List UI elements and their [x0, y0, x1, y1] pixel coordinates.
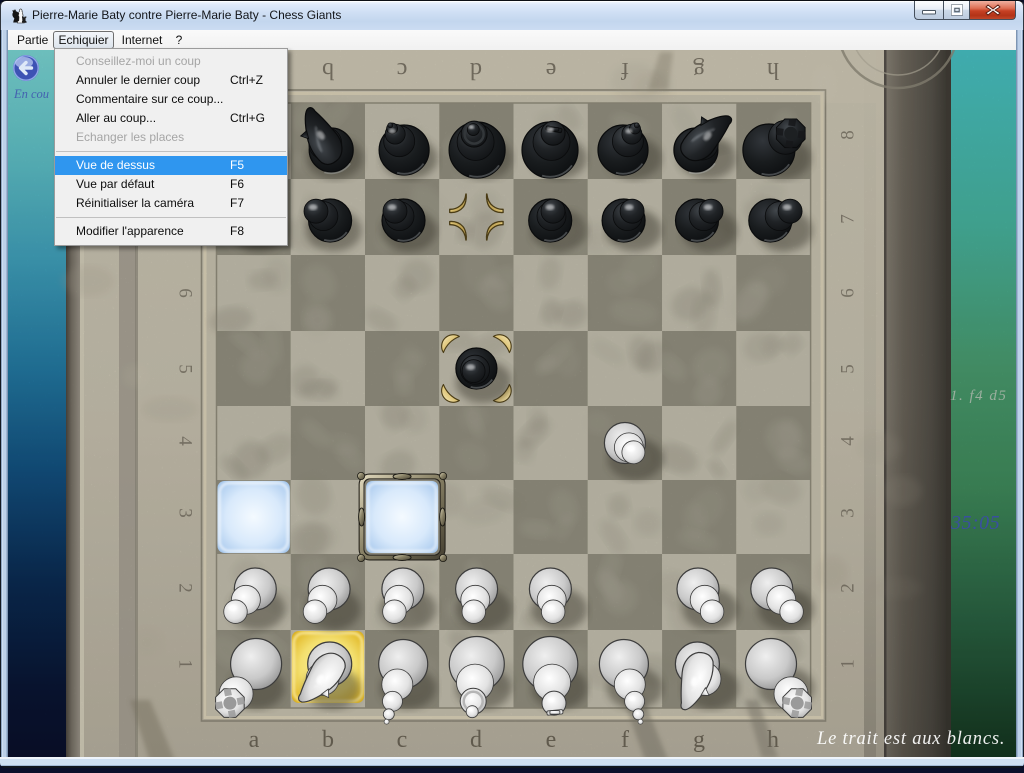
svg-text:8: 8 — [837, 130, 858, 140]
svg-text:d: d — [470, 57, 482, 83]
svg-text:1. f4 d5: 1. f4 d5 — [950, 388, 1007, 404]
svg-text:f: f — [621, 727, 629, 753]
svg-text:1: 1 — [175, 659, 196, 669]
svg-text:2: 2 — [175, 583, 196, 593]
svg-text:g: g — [693, 57, 705, 83]
svg-text:g: g — [693, 727, 705, 753]
svg-text:6: 6 — [837, 288, 858, 298]
svg-text:6: 6 — [175, 288, 196, 298]
svg-text:5: 5 — [837, 364, 858, 374]
svg-text:h: h — [767, 57, 779, 83]
svg-text:f: f — [621, 57, 629, 83]
svg-text:3: 3 — [837, 508, 858, 518]
svg-text:b: b — [322, 57, 334, 83]
svg-text:5: 5 — [175, 364, 196, 374]
svg-text:1: 1 — [837, 659, 858, 669]
svg-text:En cou: En cou — [13, 87, 49, 101]
svg-text:c: c — [397, 57, 408, 83]
svg-text:e: e — [546, 727, 557, 753]
svg-text:2: 2 — [837, 583, 858, 593]
svg-text:4: 4 — [837, 436, 858, 446]
svg-text:a: a — [249, 727, 260, 753]
svg-text:7: 7 — [837, 214, 858, 224]
svg-text:e: e — [546, 57, 557, 83]
svg-text:b: b — [322, 727, 334, 753]
svg-text:c: c — [397, 727, 408, 753]
svg-text:d: d — [470, 727, 482, 753]
svg-text:4: 4 — [175, 436, 196, 446]
svg-text:35:05: 35:05 — [950, 512, 1000, 534]
svg-text:3: 3 — [175, 508, 196, 518]
svg-text:Le trait est aux blancs.: Le trait est aux blancs. — [816, 729, 1005, 749]
